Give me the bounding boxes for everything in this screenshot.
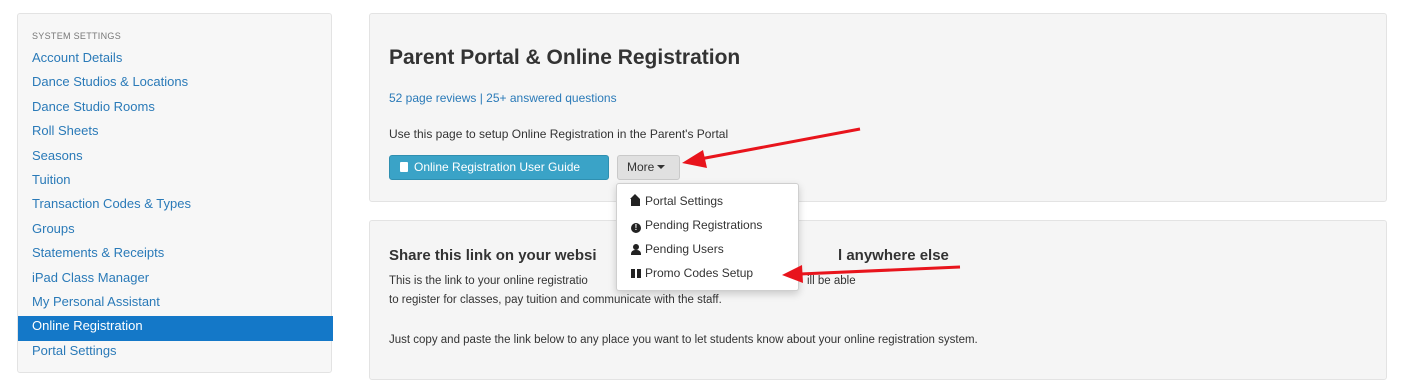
registration-header-panel: Parent Portal & Online Registration 52 p… — [369, 13, 1387, 202]
sidebar-item-tuition[interactable]: Tuition — [18, 170, 333, 194]
sidebar-item-dance-studios-locations[interactable]: Dance Studios & Locations — [18, 72, 333, 96]
share-heading-start: Share this link on your websi — [389, 247, 597, 264]
menu-item-label: Pending Registrations — [645, 218, 763, 232]
menu-item-portal-settings[interactable]: Portal Settings — [630, 194, 724, 208]
sidebar-item-personal-assistant[interactable]: My Personal Assistant — [18, 292, 333, 316]
reviews-link[interactable]: 52 page reviews | 25+ answered questions — [389, 91, 617, 105]
user-icon — [631, 244, 641, 255]
more-dropdown-button[interactable]: More — [617, 155, 680, 180]
menu-item-label: Portal Settings — [645, 194, 724, 208]
more-dropdown-menu: Portal Settings ! Pending Registrations P… — [616, 183, 799, 291]
menu-item-label: Pending Users — [645, 242, 724, 256]
share-text1-start: This is the link to your online registra… — [389, 275, 588, 287]
sidebar-item-statements-receipts[interactable]: Statements & Receipts — [18, 243, 333, 267]
user-guide-button[interactable]: Online Registration User Guide — [389, 155, 609, 180]
menu-item-pending-registrations[interactable]: ! Pending Registrations — [631, 218, 762, 233]
sidebar-item-groups[interactable]: Groups — [18, 219, 333, 243]
book-icon — [400, 162, 408, 172]
home-icon — [630, 194, 640, 206]
sidebar-heading: SYSTEM SETTINGS — [32, 31, 122, 41]
caret-down-icon — [657, 165, 666, 169]
share-instructions: Just copy and paste the link below to an… — [389, 334, 978, 346]
user-guide-label: Online Registration User Guide — [414, 160, 581, 174]
page-title: Parent Portal & Online Registration — [389, 46, 741, 69]
more-label: More — [627, 160, 655, 174]
share-heading: Share this link on your websi l anywhere… — [389, 247, 949, 264]
sidebar-item-portal-settings[interactable]: Portal Settings — [18, 341, 333, 365]
menu-item-promo-codes-setup[interactable]: Promo Codes Setup — [631, 266, 753, 280]
share-description-line2: to register for classes, pay tuition and… — [389, 294, 722, 306]
sidebar-item-online-registration[interactable]: Online Registration — [18, 316, 333, 341]
exclamation-circle-icon: ! — [631, 223, 641, 233]
share-text1-end: ill be able — [807, 275, 856, 287]
settings-sidebar: SYSTEM SETTINGS Account Details Dance St… — [17, 13, 333, 373]
gift-icon — [631, 269, 641, 278]
menu-item-pending-users[interactable]: Pending Users — [631, 242, 724, 256]
sidebar-nav: Account Details Dance Studios & Location… — [18, 48, 333, 365]
share-description-line1: This is the link to your online registra… — [389, 275, 856, 287]
menu-item-label: Promo Codes Setup — [645, 266, 754, 280]
sidebar-item-roll-sheets[interactable]: Roll Sheets — [18, 121, 333, 145]
intro-text: Use this page to setup Online Registrati… — [389, 127, 729, 141]
share-heading-end: l anywhere else — [838, 247, 949, 264]
share-link-panel: Share this link on your websi l anywhere… — [369, 220, 1387, 380]
sidebar-item-account-details[interactable]: Account Details — [18, 48, 333, 72]
sidebar-item-ipad-class-manager[interactable]: iPad Class Manager — [18, 268, 333, 292]
sidebar-item-transaction-codes[interactable]: Transaction Codes & Types — [18, 194, 333, 218]
sidebar-item-dance-studio-rooms[interactable]: Dance Studio Rooms — [18, 97, 333, 121]
sidebar-item-seasons[interactable]: Seasons — [18, 146, 333, 170]
